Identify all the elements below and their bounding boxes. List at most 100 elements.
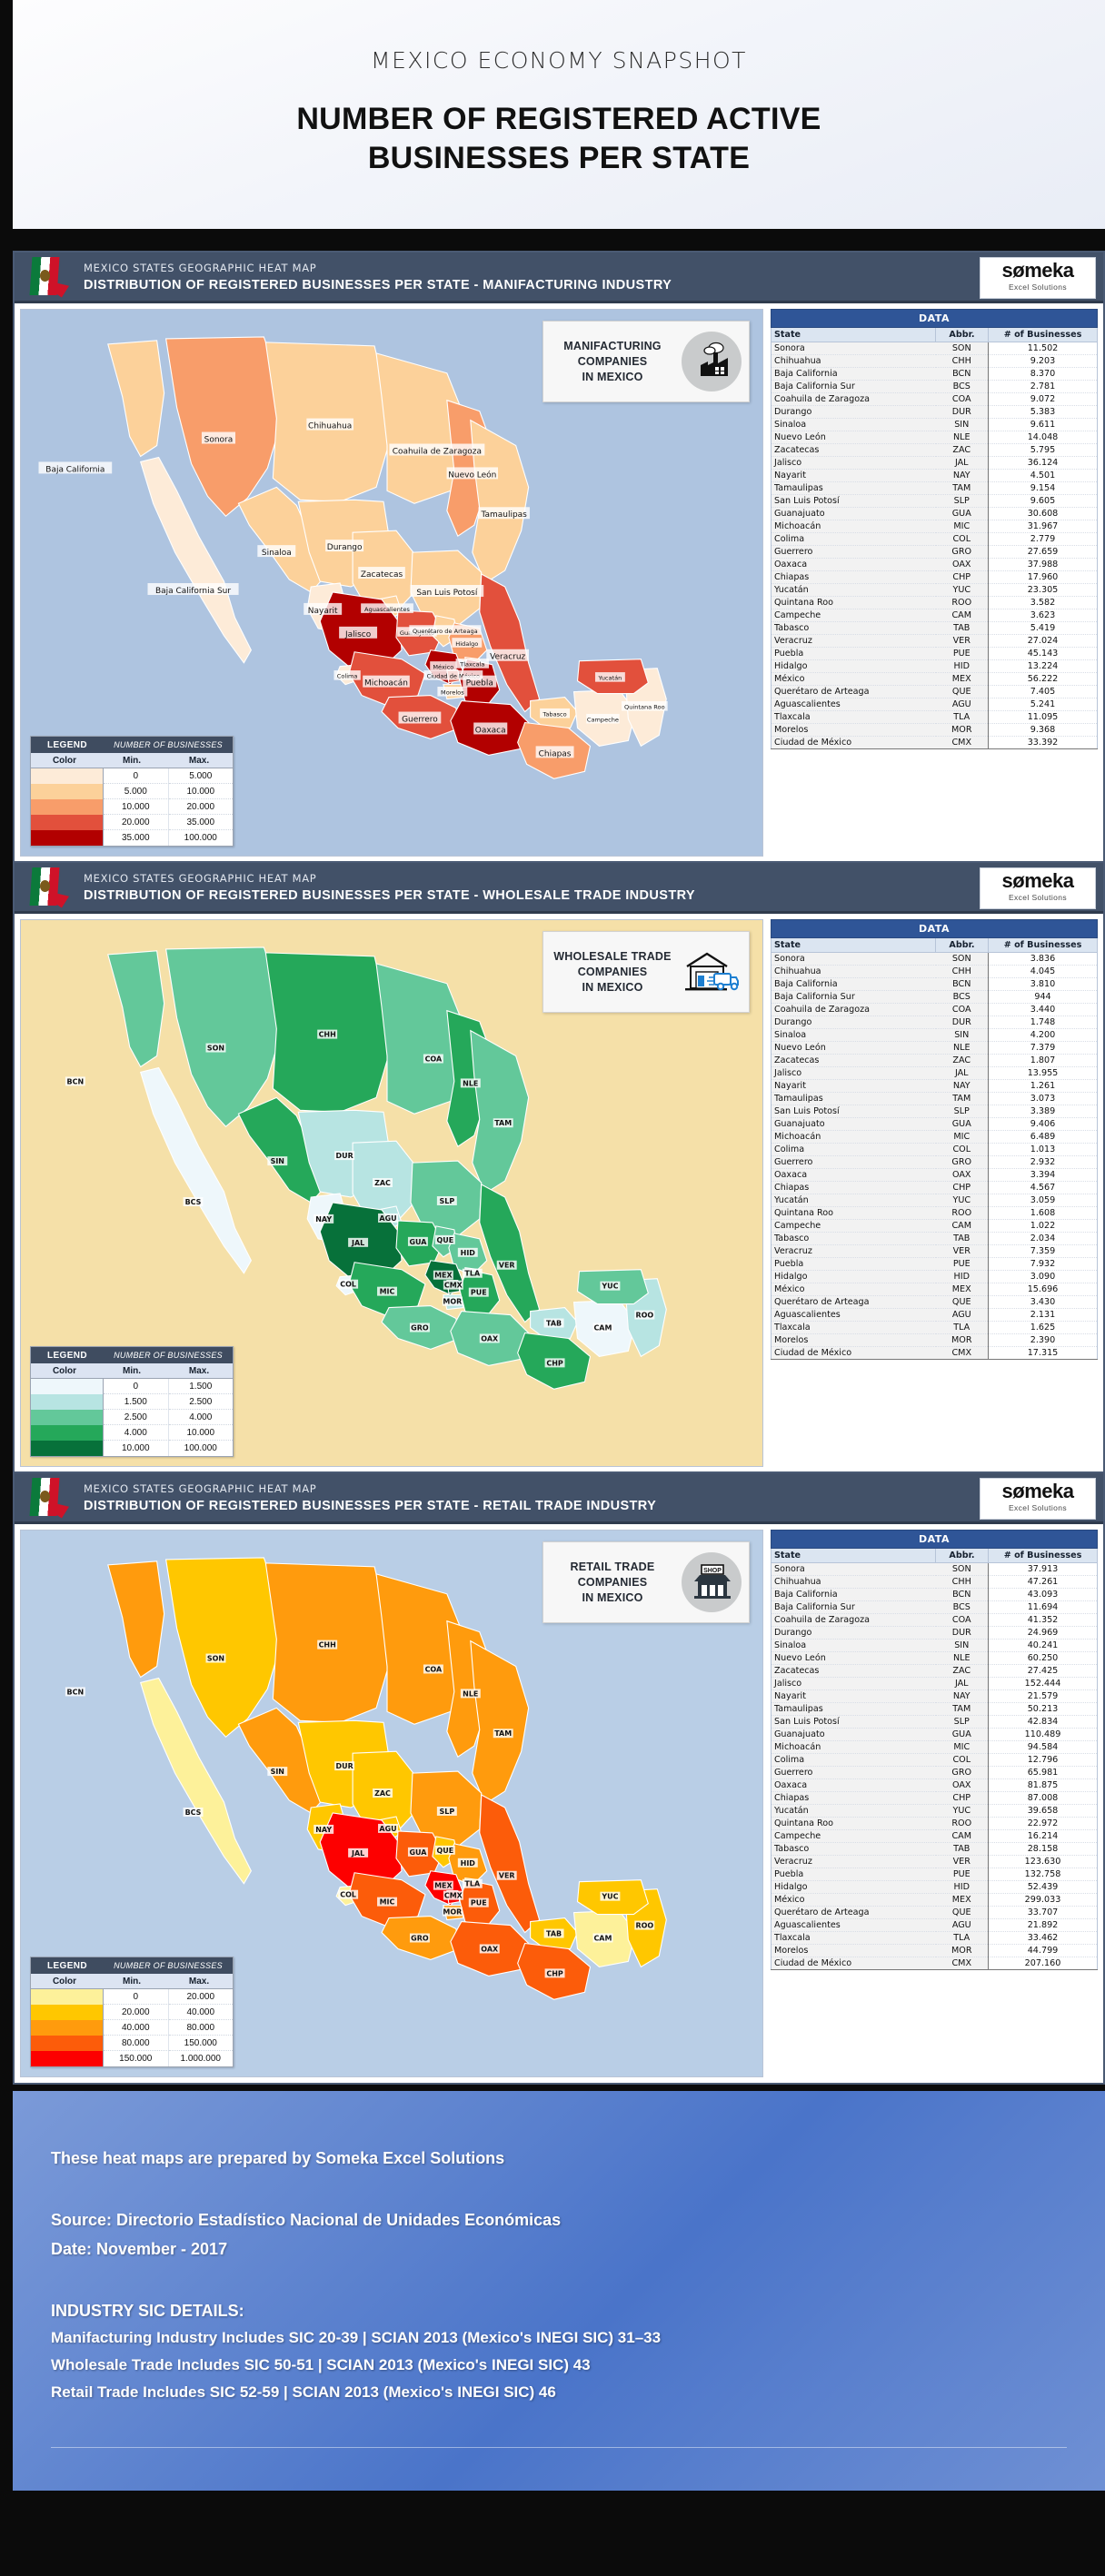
map-label-yuc: YUC bbox=[600, 1281, 621, 1291]
panel-title: DISTRIBUTION OF REGISTERED BUSINESSES PE… bbox=[84, 277, 672, 292]
th-state[interactable]: State bbox=[771, 937, 936, 953]
map-label-mor: Morelos bbox=[437, 687, 468, 697]
map-legend: LEGEND NUMBER OF BUSINESSES Color Min. M… bbox=[30, 1346, 234, 1457]
legend-min: 20.000 bbox=[104, 815, 169, 830]
th-number[interactable]: # of Businesses bbox=[988, 327, 1098, 342]
map-label-chh: Chihuahua bbox=[306, 418, 353, 431]
cell-value: 9.154 bbox=[988, 481, 1098, 495]
svg-text:Durango: Durango bbox=[327, 543, 363, 552]
legend-header: LEGEND NUMBER OF BUSINESSES bbox=[31, 1957, 233, 1974]
panel-kicker: MEXICO STATES GEOGRAPHIC HEAT MAP bbox=[84, 1481, 317, 1495]
table-row: Aguascalientes AGU 21.892 bbox=[771, 1918, 1098, 1932]
hero-title: NUMBER OF REGISTERED ACTIVE BUSINESSES P… bbox=[13, 100, 1105, 178]
svg-text:Veracruz: Veracruz bbox=[490, 653, 525, 662]
table-row: Hidalgo HID 3.090 bbox=[771, 1270, 1098, 1283]
th-abbr[interactable]: Abbr. bbox=[935, 327, 989, 342]
legend-min: 80.000 bbox=[104, 2036, 169, 2051]
legend-row: 5.000 10.000 bbox=[31, 784, 233, 799]
cell-abbr: CHH bbox=[935, 1575, 989, 1589]
cell-abbr: CMX bbox=[935, 1957, 989, 1970]
cell-abbr: QUE bbox=[935, 685, 989, 698]
cell-value: 23.305 bbox=[988, 583, 1098, 597]
th-number[interactable]: # of Businesses bbox=[988, 937, 1098, 953]
cell-value: 65.981 bbox=[988, 1766, 1098, 1779]
map-label-pue: PUE bbox=[468, 1287, 489, 1297]
cell-state: Oaxaca bbox=[771, 1168, 936, 1182]
table-row: Coahuila de Zaragoza COA 9.072 bbox=[771, 392, 1098, 406]
th-abbr[interactable]: Abbr. bbox=[935, 937, 989, 953]
legend-row: 150.000 1.000.000 bbox=[31, 2051, 233, 2066]
svg-text:COL: COL bbox=[340, 1281, 356, 1289]
table-row: Baja California Sur BCS 11.694 bbox=[771, 1600, 1098, 1614]
legend-swatch bbox=[31, 1441, 104, 1456]
cell-state: Tlaxcala bbox=[771, 1321, 936, 1334]
legend-subtitle: NUMBER OF BUSINESSES bbox=[114, 1351, 223, 1360]
table-row: Morelos MOR 9.368 bbox=[771, 723, 1098, 737]
table-row: Ciudad de México CMX 33.392 bbox=[771, 736, 1098, 749]
th-number[interactable]: # of Businesses bbox=[988, 1548, 1098, 1563]
map-legend: LEGEND NUMBER OF BUSINESSES Color Min. M… bbox=[30, 736, 234, 847]
cell-state: Nayarit bbox=[771, 1689, 936, 1703]
th-state[interactable]: State bbox=[771, 1548, 936, 1563]
map-label-que: QUE bbox=[434, 1234, 455, 1244]
cell-value: 37.913 bbox=[988, 1562, 1098, 1576]
th-abbr[interactable]: Abbr. bbox=[935, 1548, 989, 1563]
table-row: Chihuahua CHH 47.261 bbox=[771, 1575, 1098, 1589]
cell-value: 7.379 bbox=[988, 1041, 1098, 1055]
svg-text:México: México bbox=[433, 664, 453, 671]
data-table: DATA State Abbr. # of Businesses Sonora … bbox=[771, 919, 1098, 1360]
map-container-2[interactable]: BCN BCS SON CHH COA SIN DUR NLE TAM ZAC bbox=[20, 919, 763, 1467]
cell-state: Ciudad de México bbox=[771, 1957, 936, 1970]
svg-text:VER: VER bbox=[499, 1872, 515, 1880]
cell-value: 60.250 bbox=[988, 1651, 1098, 1665]
cell-state: Veracruz bbox=[771, 634, 936, 648]
table-row: Guerrero GRO 2.932 bbox=[771, 1155, 1098, 1169]
legend-col-min: Min. bbox=[123, 1976, 141, 1986]
table-row: Tamaulipas TAM 50.213 bbox=[771, 1702, 1098, 1716]
svg-text:JAL: JAL bbox=[351, 1239, 364, 1247]
map-title-box: RETAIL TRADE COMPANIES IN MEXICO SHOP bbox=[543, 1541, 750, 1623]
cell-abbr: GUA bbox=[935, 507, 989, 520]
cell-state: Sonora bbox=[771, 952, 936, 966]
svg-text:MEX: MEX bbox=[434, 1272, 453, 1280]
cell-abbr: AGU bbox=[935, 698, 989, 711]
table-row: Morelos MOR 2.390 bbox=[771, 1333, 1098, 1347]
cell-state: Tabasco bbox=[771, 621, 936, 635]
cell-value: 2.781 bbox=[988, 380, 1098, 393]
cell-abbr: BCS bbox=[935, 990, 989, 1004]
table-row: Tlaxcala TLA 11.095 bbox=[771, 710, 1098, 724]
cell-abbr: GUA bbox=[935, 1117, 989, 1131]
svg-text:ZAC: ZAC bbox=[374, 1789, 391, 1798]
cell-abbr: MOR bbox=[935, 1944, 989, 1957]
cell-abbr: GUA bbox=[935, 1728, 989, 1741]
svg-text:Baja California Sur: Baja California Sur bbox=[155, 587, 231, 596]
cell-abbr: HID bbox=[935, 1270, 989, 1283]
cell-state: Baja California bbox=[771, 1588, 936, 1601]
someka-logo[interactable]: sømeka Excel Solutions bbox=[980, 1478, 1096, 1520]
map-label-gro: GRO bbox=[409, 1323, 430, 1332]
cell-value: 87.008 bbox=[988, 1791, 1098, 1805]
th-state[interactable]: State bbox=[771, 327, 936, 342]
map-label-que: Querétaro de Arteaga bbox=[409, 625, 482, 635]
cell-abbr: BCN bbox=[935, 977, 989, 991]
footer-sic-manufacturing: Manifacturing Industry Includes SIC 20-3… bbox=[51, 2329, 662, 2346]
someka-wordmark: sømeka bbox=[1001, 259, 1074, 282]
svg-text:COL: COL bbox=[340, 1891, 356, 1899]
cell-abbr: OAX bbox=[935, 1168, 989, 1182]
cell-state: Querétaro de Arteaga bbox=[771, 1295, 936, 1309]
cell-abbr: GRO bbox=[935, 545, 989, 559]
map-label-slp: San Luis Potosí bbox=[410, 584, 484, 598]
legend-row: 2.500 4.000 bbox=[31, 1410, 233, 1425]
cell-state: Durango bbox=[771, 1016, 936, 1029]
someka-logo[interactable]: sømeka Excel Solutions bbox=[980, 257, 1096, 299]
map-container-1[interactable]: Baja California Baja California Sur Sono… bbox=[20, 309, 763, 857]
cell-abbr: ROO bbox=[935, 596, 989, 609]
footer-sic-retail: Retail Trade Includes SIC 52-59 | SCIAN … bbox=[51, 2383, 556, 2401]
map-label-son: Sonora bbox=[201, 431, 236, 445]
legend-row: 20.000 35.000 bbox=[31, 815, 233, 830]
cell-state: Hidalgo bbox=[771, 659, 936, 673]
map-container-3[interactable]: BCN BCS SON CHH COA SIN DUR NLE TAM ZAC bbox=[20, 1530, 763, 2077]
footer-credit: These heat maps are prepared by Someka E… bbox=[51, 2149, 505, 2167]
svg-text:PUE: PUE bbox=[471, 1289, 487, 1297]
someka-logo[interactable]: sømeka Excel Solutions bbox=[980, 867, 1096, 909]
